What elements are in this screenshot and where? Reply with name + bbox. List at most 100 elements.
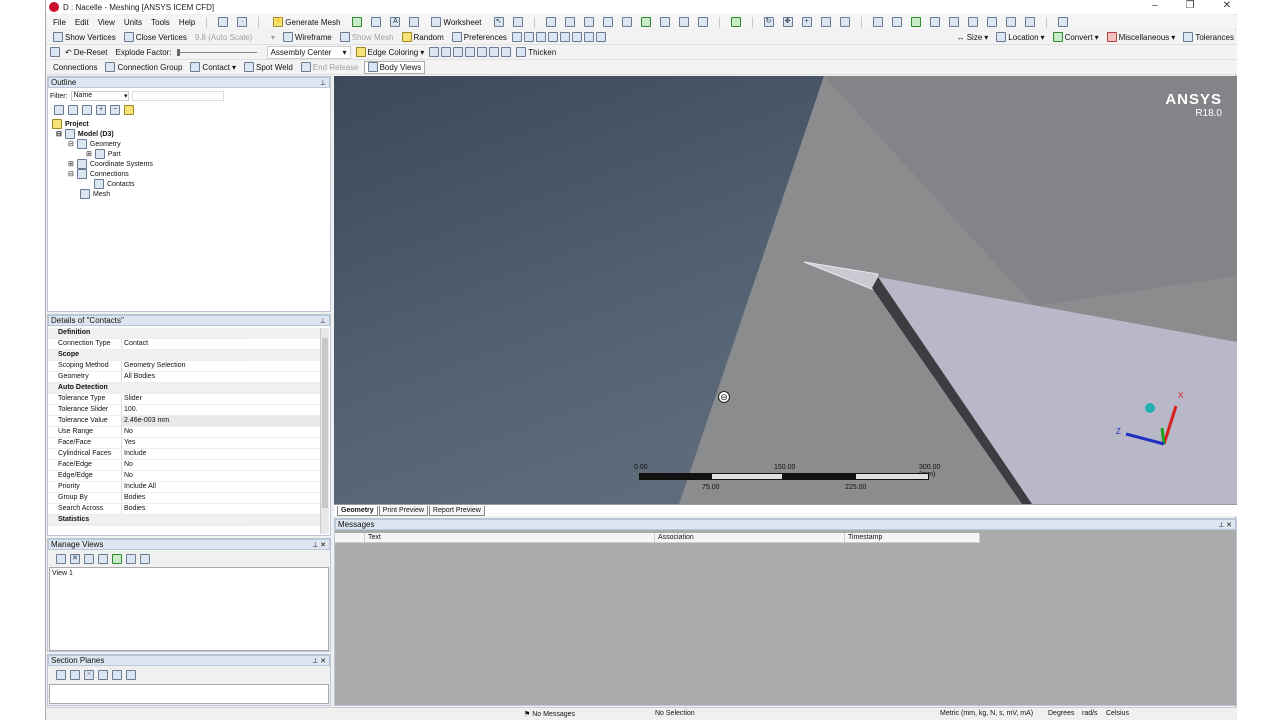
extend-selection-icon[interactable]: [697, 17, 708, 27]
tree-item-mesh[interactable]: Mesh: [80, 189, 110, 199]
detail-value[interactable]: No: [122, 460, 320, 471]
details-scrollbar[interactable]: [320, 328, 329, 534]
zoom-to-fit-icon[interactable]: [872, 17, 883, 27]
expand-all-icon[interactable]: [54, 105, 64, 115]
details-row[interactable]: Face/Edge No: [48, 460, 320, 471]
collapse-icon[interactable]: [68, 105, 78, 115]
units-status[interactable]: Metric (mm, kg, N, s, mV, mA): [940, 710, 1033, 717]
angle-status[interactable]: Degrees: [1048, 710, 1074, 717]
minimize-button[interactable]: –: [1152, 0, 1158, 11]
details-section-scope[interactable]: Scope: [48, 350, 320, 361]
sort-icon[interactable]: [124, 105, 134, 115]
fit-all-icon[interactable]: [1005, 17, 1016, 27]
details-row[interactable]: Connection Type Contact: [48, 339, 320, 350]
tab-print-preview[interactable]: Print Preview: [378, 506, 428, 516]
collapse-toggle[interactable]: ⊟: [68, 170, 74, 178]
next-view-icon[interactable]: [967, 17, 978, 27]
zoom-icon[interactable]: +: [801, 17, 812, 27]
column-header-timestamp[interactable]: Timestamp: [845, 533, 980, 543]
box-zoom-icon[interactable]: [820, 17, 831, 27]
text-icon[interactable]: A: [390, 17, 401, 27]
collapse-toggle[interactable]: ⊟: [56, 130, 62, 138]
select-element-icon[interactable]: [640, 17, 651, 27]
expand-toggle[interactable]: ⊞: [68, 160, 74, 168]
tab-report-preview[interactable]: Report Preview: [428, 506, 485, 516]
select-face-icon[interactable]: [583, 17, 594, 27]
menu-tools[interactable]: Tools: [151, 18, 170, 27]
pin-close-icon[interactable]: ⊥ ✕: [312, 541, 329, 549]
graphics-viewport[interactable]: ANSYS R18.0 ⊖ 0.00 150.00 300.00 (mm) 75…: [334, 76, 1237, 504]
collapse-tree-icon[interactable]: −: [110, 105, 120, 115]
detail-value[interactable]: Contact: [122, 339, 320, 350]
rotate-icon[interactable]: ↻: [763, 17, 774, 27]
tree-item-geometry[interactable]: ⊟ Geometry: [68, 139, 121, 149]
previous-view-icon[interactable]: [948, 17, 959, 27]
import-view-icon[interactable]: [126, 554, 136, 564]
details-section-statistics[interactable]: Statistics: [48, 515, 320, 526]
pin-close-icon[interactable]: ⊥ ✕: [312, 657, 329, 665]
reset-button[interactable]: ↶ De-Reset: [62, 46, 111, 59]
menu-help[interactable]: Help: [179, 18, 195, 27]
connection-group-button[interactable]: Connection Group: [102, 61, 185, 74]
print-icon[interactable]: [1024, 17, 1035, 27]
pin-icon[interactable]: ⊥: [320, 79, 329, 87]
export-view-icon[interactable]: [140, 554, 150, 564]
graph-icon[interactable]: ·: [237, 17, 248, 27]
body-views-button[interactable]: Body Views: [363, 60, 426, 74]
thicken-button[interactable]: Thicken: [513, 46, 559, 59]
details-row[interactable]: Use Range No: [48, 427, 320, 438]
worksheet-button[interactable]: Worksheet: [428, 16, 484, 29]
filter-dropdown[interactable]: Name ▾: [70, 91, 129, 101]
messages-status[interactable]: ⚑ No Messages: [524, 710, 575, 718]
select-vertex-icon[interactable]: [545, 17, 556, 27]
pin-icon[interactable]: ⊥: [320, 317, 329, 325]
details-row[interactable]: Tolerance Type Slider: [48, 394, 320, 405]
select-body-icon[interactable]: [602, 17, 613, 27]
tree-item-contacts[interactable]: Contacts: [94, 179, 135, 189]
pin-close-icon[interactable]: ⊥ ✕: [1218, 521, 1235, 529]
details-section-auto-detection[interactable]: Auto Detection: [48, 383, 320, 394]
detail-value[interactable]: All Bodies: [122, 372, 320, 383]
detail-value[interactable]: Bodies: [122, 493, 320, 504]
report-icon[interactable]: [409, 17, 420, 27]
detail-value[interactable]: Include All: [122, 482, 320, 493]
zoom-fit-icon[interactable]: [839, 17, 850, 27]
details-row[interactable]: Geometry All Bodies: [48, 372, 320, 383]
location-dropdown[interactable]: Location ▾: [993, 31, 1047, 44]
list-item[interactable]: View 1: [52, 570, 73, 577]
tolerances-button[interactable]: Tolerances: [1180, 31, 1237, 44]
rate-status[interactable]: rad/s: [1082, 710, 1098, 717]
size-dropdown[interactable]: ↔ Size ▾: [954, 31, 992, 44]
explode-icon[interactable]: [50, 47, 60, 57]
contact-dropdown[interactable]: Contact ▾: [187, 61, 239, 74]
details-row[interactable]: Scoping Method Geometry Selection: [48, 361, 320, 372]
details-row[interactable]: Face/Face Yes: [48, 438, 320, 449]
detail-value[interactable]: Include: [122, 449, 320, 460]
menu-units[interactable]: Units: [124, 18, 142, 27]
tag-icon[interactable]: [512, 17, 523, 27]
detail-value[interactable]: Geometry Selection: [122, 361, 320, 372]
miscellaneous-dropdown[interactable]: Miscellaneous ▾: [1104, 31, 1179, 44]
edge-knife-icon[interactable]: [489, 47, 500, 57]
close-vertices-button[interactable]: Close Vertices: [121, 31, 190, 44]
tree-item-project[interactable]: Project: [52, 119, 89, 129]
detail-value[interactable]: No: [122, 427, 320, 438]
edge-marker-icon[interactable]: [501, 47, 512, 57]
show-vertices-button[interactable]: Show Vertices: [50, 31, 119, 44]
image-icon[interactable]: [371, 17, 382, 27]
auto-scale-dropdown[interactable]: 9.8 (Auto Scale) ▾: [192, 31, 278, 44]
delete-view-icon[interactable]: ✕: [70, 554, 80, 564]
tree-item-model[interactable]: ⊟ Model (D3): [56, 129, 114, 139]
details-row[interactable]: Search Across Bodies: [48, 504, 320, 515]
expand-tree-icon[interactable]: +: [96, 105, 106, 115]
preview-icon[interactable]: [352, 17, 363, 27]
edge-coloring-dropdown[interactable]: Edge Coloring ▾: [353, 46, 428, 59]
detail-value[interactable]: Bodies: [122, 504, 320, 515]
spot-weld-button[interactable]: Spot Weld: [241, 61, 296, 74]
save-view-icon[interactable]: [112, 554, 122, 564]
detail-value[interactable]: 2.46e-003 mm: [122, 416, 320, 427]
detail-value[interactable]: 100.: [122, 405, 320, 416]
details-row[interactable]: Edge/Edge No: [48, 471, 320, 482]
temperature-status[interactable]: Celsius: [1106, 710, 1129, 717]
wireframe-button[interactable]: Wireframe: [280, 31, 335, 44]
